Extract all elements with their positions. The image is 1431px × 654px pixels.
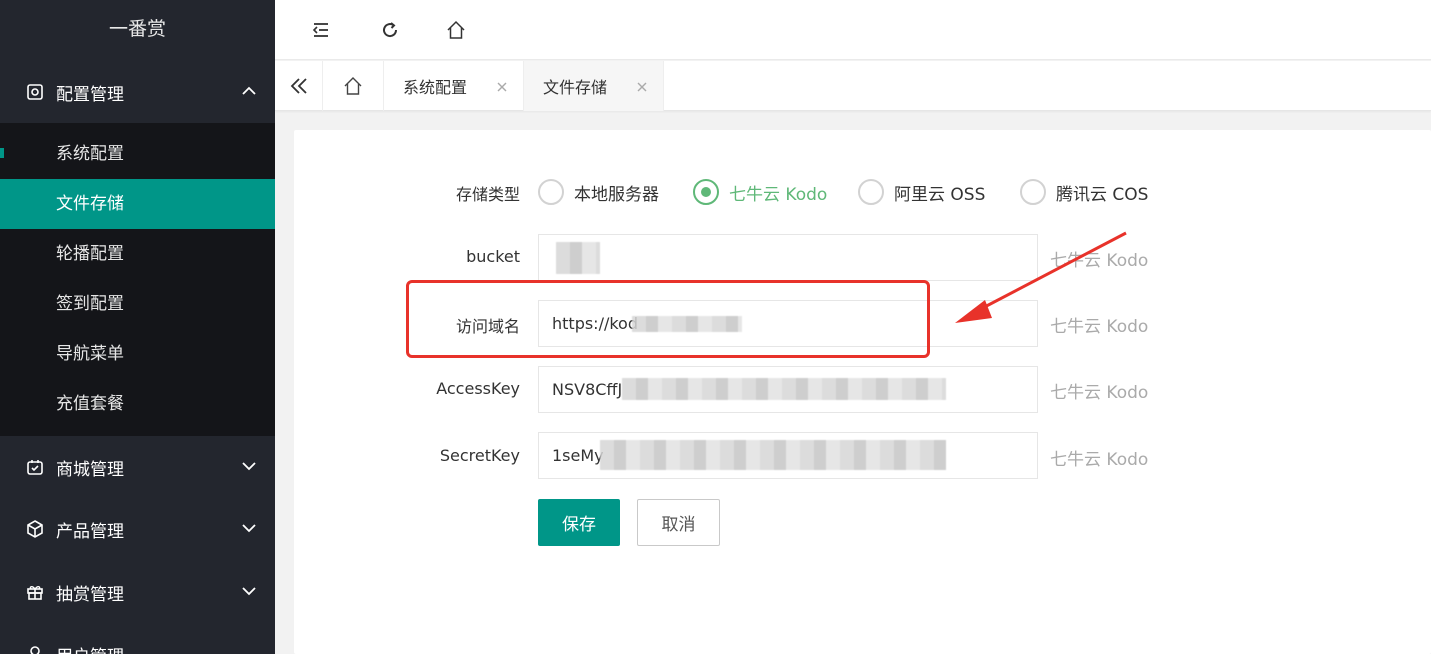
annotation-arrow-icon [955,231,1127,323]
